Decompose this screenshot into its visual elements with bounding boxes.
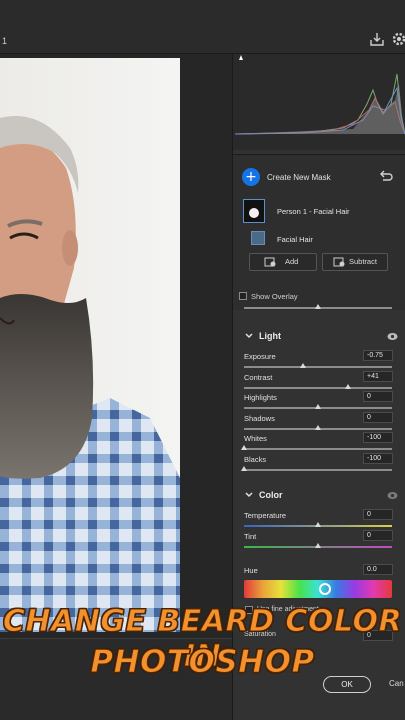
- adjustment-label: Contrast: [244, 372, 273, 382]
- hue-picker-handle[interactable]: [319, 583, 332, 595]
- chevron-down-icon[interactable]: [245, 332, 253, 340]
- show-overlay-checkbox[interactable]: [239, 292, 247, 300]
- slider-thumb[interactable]: [315, 424, 321, 430]
- adjustment-blacks: Blacks -100: [241, 452, 393, 475]
- slider-thumb[interactable]: [241, 465, 247, 471]
- adjustment-value-field[interactable]: -100: [363, 452, 393, 464]
- adjustment-label: Whites: [244, 434, 267, 443]
- adjustment-label: Temperature: [244, 511, 287, 520]
- mask-thumbnail-icon: [243, 199, 265, 223]
- export-icon[interactable]: [368, 30, 386, 48]
- adjustment-exposure: Exposure -0.75: [244, 350, 393, 372]
- subtract-mask-label: Subtract: [349, 257, 377, 266]
- histogram: [233, 54, 405, 150]
- slider-track: [244, 448, 392, 450]
- document-number: 1: [2, 36, 8, 46]
- adjustment-value-field[interactable]: -100: [363, 432, 393, 443]
- adjustment-value-field[interactable]: 0: [363, 411, 393, 423]
- adjustment-value-field[interactable]: 0: [363, 529, 393, 541]
- eye-icon[interactable]: [387, 332, 398, 341]
- add-mask-button[interactable]: Add: [249, 253, 317, 271]
- slider-thumb[interactable]: [315, 304, 321, 309]
- image-canvas[interactable]: [0, 54, 232, 638]
- adjustment-value-field[interactable]: 0: [363, 391, 393, 402]
- slider-thumb[interactable]: [315, 542, 321, 548]
- slider-track: [244, 468, 392, 471]
- add-mask-icon: [264, 257, 276, 267]
- add-mask-label: Add: [285, 257, 299, 266]
- subtract-mask-icon: [333, 257, 345, 267]
- mask-name: Person 1 - Facial Hair: [277, 207, 350, 216]
- create-mask-plus-icon[interactable]: +: [242, 168, 260, 186]
- mask-list-item[interactable]: Person 1 - Facial Hair: [241, 199, 399, 223]
- mask-component-name: Facial Hair: [277, 235, 313, 244]
- slider-thumb[interactable]: [315, 522, 321, 527]
- photo-bearded-man[interactable]: [0, 58, 180, 632]
- adjustment-tint: Tint 0: [244, 529, 393, 552]
- slider-thumb[interactable]: [315, 404, 321, 409]
- show-overlay-row[interactable]: Show Overlay: [237, 291, 402, 303]
- cancel-button[interactable]: Can: [389, 679, 404, 688]
- hue-spectrum-slider[interactable]: [244, 580, 392, 598]
- top-bar: 1: [0, 0, 405, 54]
- slider-track: [244, 366, 392, 368]
- slider-thumb[interactable]: [344, 383, 351, 389]
- mask-section: + Create New Mask Person 1 - Facial Hair…: [233, 154, 405, 310]
- subtract-mask-button[interactable]: Subtract: [322, 253, 388, 271]
- show-overlay-label: Show Overlay: [251, 292, 298, 301]
- overlay-opacity-slider[interactable]: [244, 303, 392, 313]
- adjustment-highlights: Highlights 0: [244, 391, 393, 413]
- create-new-mask-label[interactable]: Create New Mask: [267, 173, 331, 182]
- reset-icon[interactable]: [379, 170, 393, 182]
- adjustment-contrast: Contrast +41: [244, 370, 393, 393]
- light-section-title: Light: [259, 331, 281, 341]
- hue-label: Hue: [244, 566, 258, 575]
- adjustment-label: Shadows: [244, 413, 275, 423]
- adjustment-temperature: Temperature 0: [244, 509, 393, 531]
- adjustment-value-field[interactable]: 0: [363, 509, 393, 520]
- hue-value-field[interactable]: 0.0: [363, 564, 393, 575]
- light-section-header[interactable]: Light: [233, 326, 405, 348]
- slider-track: [244, 386, 392, 389]
- adjustment-whites: Whites -100: [241, 432, 393, 454]
- person-mask-icon: [251, 231, 265, 245]
- color-section-title: Color: [259, 490, 283, 500]
- adjustment-label: Highlights: [244, 393, 277, 402]
- adjustment-label: Tint: [244, 531, 257, 541]
- adjustment-shadows: Shadows 0: [244, 411, 393, 434]
- adjustment-value-field[interactable]: +41: [363, 370, 393, 382]
- adjustment-label: Exposure: [244, 352, 276, 361]
- video-caption-line-2: Photoshop: [90, 644, 315, 681]
- adjustment-value-field[interactable]: -0.75: [363, 350, 393, 361]
- adjustment-label: Blacks: [244, 454, 267, 464]
- chevron-down-icon[interactable]: [245, 491, 253, 499]
- eye-icon[interactable]: [387, 491, 398, 500]
- color-section-header[interactable]: Color: [233, 485, 405, 507]
- slider-thumb[interactable]: [300, 363, 307, 368]
- mask-component-item[interactable]: Facial Hair: [251, 231, 391, 247]
- gear-icon[interactable]: [390, 30, 405, 48]
- slider-thumb[interactable]: [241, 445, 247, 450]
